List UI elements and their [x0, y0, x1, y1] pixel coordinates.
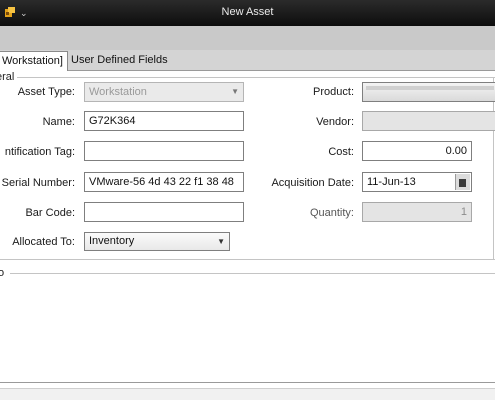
allocated-to-combo[interactable]: Inventory ▼ — [84, 232, 230, 251]
acquisition-date-value: 11-Jun-13 — [367, 176, 416, 188]
chevron-down-icon: ▼ — [231, 87, 239, 96]
general-group-bottom-border — [0, 259, 495, 260]
tab-content: eral Asset Type: Workstation ▼ Name: G72… — [0, 71, 495, 400]
tab-workstation[interactable]: Workstation] — [0, 51, 68, 71]
cost-input[interactable]: 0.00 — [362, 141, 472, 161]
product-value-bar — [366, 86, 494, 90]
chevron-down-icon[interactable]: ▼ — [217, 233, 225, 250]
identification-tag-label: ntification Tag: — [4, 146, 75, 158]
new-asset-window: ⌄ New Asset Workstation] User Defined Fi… — [0, 0, 495, 400]
name-input[interactable]: G72K364 — [84, 111, 244, 131]
product-label: Product: — [313, 86, 354, 98]
tab-user-defined-fields[interactable]: User Defined Fields — [66, 51, 173, 69]
vendor-label: Vendor: — [316, 116, 354, 128]
calendar-icon — [459, 179, 466, 187]
general-group-border — [0, 77, 495, 78]
memo-area-bottom-border — [0, 382, 495, 383]
ribbon-band — [0, 26, 495, 50]
asset-type-combo: Workstation ▼ — [84, 82, 244, 102]
general-group-title: eral — [0, 71, 18, 83]
window-title: New Asset — [221, 6, 274, 18]
acquisition-date-label: Acquisition Date: — [271, 177, 354, 189]
allocated-to-label: Allocated To: — [12, 236, 75, 248]
serial-number-input[interactable]: VMware-56 4d 43 22 f1 38 48 — [84, 172, 244, 192]
tab-strip: Workstation] User Defined Fields — [0, 50, 495, 71]
name-label: Name: — [42, 116, 75, 128]
bottom-strip — [0, 388, 495, 400]
cost-label: Cost: — [328, 146, 354, 158]
vendor-field[interactable] — [362, 111, 495, 131]
memo-group-title: o — [0, 267, 7, 279]
quantity-label: Quantity: — [309, 207, 354, 219]
quantity-field: 1 — [362, 202, 472, 222]
title-bar: ⌄ New Asset — [0, 0, 495, 26]
memo-group-border — [10, 273, 495, 274]
calendar-button[interactable] — [455, 174, 470, 190]
asset-type-label: Asset Type: — [17, 86, 75, 98]
product-combo[interactable] — [362, 82, 495, 102]
acquisition-date-input[interactable]: 11-Jun-13 — [362, 172, 472, 192]
asset-type-value: Workstation — [89, 86, 147, 98]
identification-tag-input[interactable] — [84, 141, 244, 161]
bar-code-label: Bar Code: — [25, 207, 75, 219]
general-group-right-border — [493, 77, 494, 260]
bar-code-input[interactable] — [84, 202, 244, 222]
allocated-to-value: Inventory — [89, 235, 135, 247]
serial-number-label: Serial Number: — [1, 177, 75, 189]
